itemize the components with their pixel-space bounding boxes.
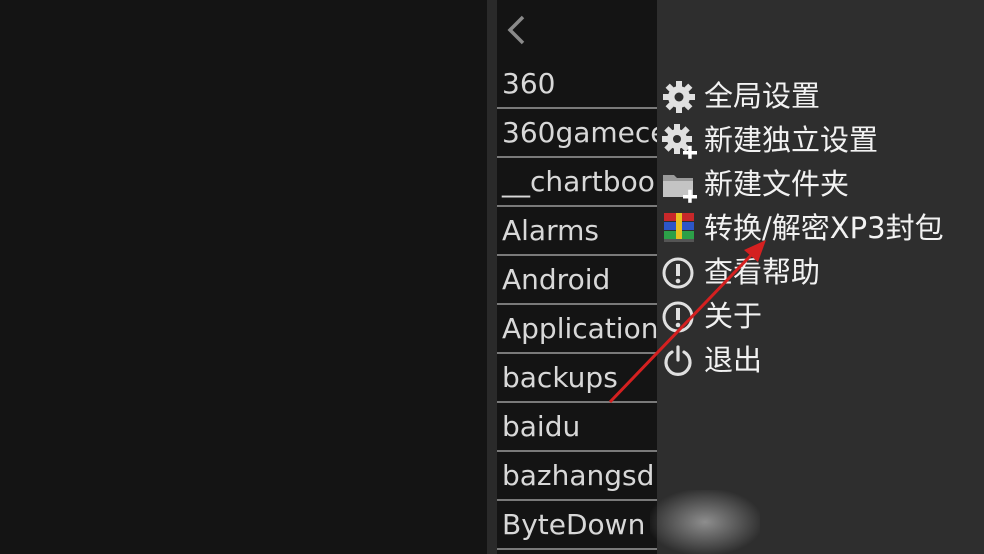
folder-item[interactable]: 360gamece — [497, 109, 657, 158]
menu-item-label: 退出 — [704, 343, 763, 377]
menu-item-label: 新建独立设置 — [704, 123, 879, 157]
pane-divider[interactable] — [487, 0, 497, 554]
options-menu: 全局设置 新建独立设置 新建文件夹 转换/解密XP3封包 查看帮助 关于 退出 — [657, 0, 984, 554]
folder-item[interactable]: Android — [497, 256, 657, 305]
gear-plus-icon — [661, 123, 697, 159]
archive-icon — [661, 211, 697, 247]
menu-item-new-folder[interactable]: 新建文件夹 — [657, 162, 944, 206]
folder-list: 360 360gamece __chartboo Alarms Android … — [497, 60, 657, 550]
power-icon — [661, 343, 697, 379]
menu-item-label: 全局设置 — [704, 79, 821, 113]
menu-item-exit[interactable]: 退出 — [657, 338, 944, 382]
menu-item-label: 关于 — [704, 299, 763, 333]
menu-item-convert-xp3[interactable]: 转换/解密XP3封包 — [657, 206, 944, 250]
folder-plus-icon — [661, 167, 697, 203]
menu-item-label: 查看帮助 — [704, 255, 821, 289]
info-circle-icon — [661, 299, 697, 335]
folder-item[interactable]: Application — [497, 305, 657, 354]
folder-item[interactable]: bazhangsd — [497, 452, 657, 501]
menu-item-label: 新建文件夹 — [704, 167, 850, 201]
menu-item-new-standalone-settings[interactable]: 新建独立设置 — [657, 118, 944, 162]
folder-item[interactable]: ByteDown — [497, 501, 657, 550]
folder-item[interactable]: 360 — [497, 60, 657, 109]
left-blank-pane — [0, 0, 487, 554]
info-circle-icon — [661, 255, 697, 291]
folder-item[interactable]: Alarms — [497, 207, 657, 256]
gear-icon — [661, 79, 697, 115]
watermark-smudge — [650, 490, 760, 554]
app-screen: 360 360gamece __chartboo Alarms Android … — [0, 0, 984, 554]
menu-item-global-settings[interactable]: 全局设置 — [657, 74, 944, 118]
menu-item-help[interactable]: 查看帮助 — [657, 250, 944, 294]
chevron-left-icon — [507, 15, 525, 45]
menu-item-label: 转换/解密XP3封包 — [704, 211, 944, 245]
file-browser-pane: 360 360gamece __chartboo Alarms Android … — [497, 0, 657, 554]
folder-item[interactable]: __chartboo — [497, 158, 657, 207]
folder-item[interactable]: baidu — [497, 403, 657, 452]
menu-list: 全局设置 新建独立设置 新建文件夹 转换/解密XP3封包 查看帮助 关于 退出 — [657, 74, 944, 382]
back-button[interactable] — [497, 0, 657, 60]
folder-item[interactable]: backups — [497, 354, 657, 403]
menu-item-about[interactable]: 关于 — [657, 294, 944, 338]
